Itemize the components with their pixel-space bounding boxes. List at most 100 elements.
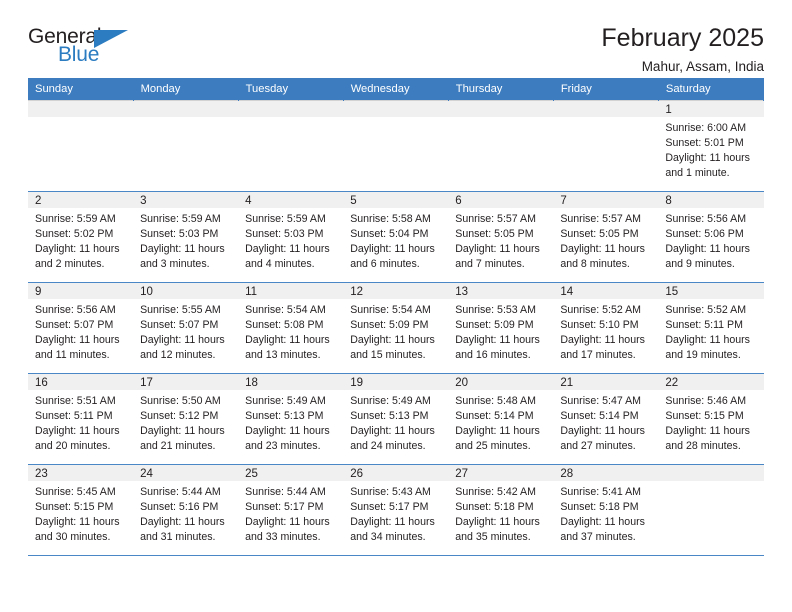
calendar-day-cell[interactable]: 27 Sunrise: 5:42 AM Sunset: 5:18 PM Dayligh… [448, 464, 554, 556]
calendar-day-cell[interactable]: 1 Sunrise: 6:00 AM Sunset: 5:01 PM Daylight… [658, 100, 764, 192]
sunset-time: Sunset: 5:04 PM [350, 228, 429, 241]
weekday-header-thursday: Thursday [448, 78, 554, 101]
sunset-time: Sunset: 5:14 PM [455, 410, 534, 423]
calendar-day-cell[interactable]: 7 Sunrise: 5:57 AM Sunset: 5:05 PM Daylight… [553, 191, 659, 283]
sunrise-time: Sunrise: 5:57 AM [455, 213, 536, 225]
calendar-day-cell[interactable]: 21 Sunrise: 5:47 AM Sunset: 5:14 PM Dayligh… [553, 373, 659, 465]
daylight-duration-line2: and 35 minutes. [455, 531, 531, 544]
daylight-duration-line2: and 9 minutes. [665, 258, 735, 271]
calendar-day-cell[interactable]: 14 Sunrise: 5:52 AM Sunset: 5:10 PM Dayligh… [553, 282, 659, 374]
sunrise-time: Sunrise: 5:58 AM [350, 213, 431, 225]
sunset-time: Sunset: 5:18 PM [455, 501, 534, 514]
sunrise-time: Sunrise: 5:46 AM [665, 395, 747, 407]
sunrise-time: Sunrise: 5:59 AM [245, 213, 326, 225]
day-number: 19 [343, 374, 449, 390]
sunrise-time: Sunrise: 5:43 AM [350, 486, 431, 498]
daylight-duration-line1: Daylight: 11 hours [245, 243, 330, 256]
calendar-week-row: 16 Sunrise: 5:51 AM Sunset: 5:11 PM Dayligh… [28, 373, 764, 465]
calendar-day-cell[interactable]: 15 Sunrise: 5:52 AM Sunset: 5:11 PM Dayligh… [658, 282, 764, 374]
calendar-day-cell[interactable]: 2 Sunrise: 5:59 AM Sunset: 5:02 PM Daylight… [28, 191, 134, 283]
sunset-time: Sunset: 5:05 PM [560, 228, 639, 241]
sunrise-time: Sunrise: 5:53 AM [455, 304, 536, 316]
daylight-duration-line2: and 8 minutes. [560, 258, 630, 271]
day-details: Sunrise: 5:51 AM Sunset: 5:11 PM Daylight:… [28, 390, 133, 455]
sunrise-time: Sunrise: 5:57 AM [560, 213, 641, 225]
calendar-day-cell[interactable]: 3 Sunrise: 5:59 AM Sunset: 5:03 PM Daylight… [133, 191, 239, 283]
calendar-day-cell[interactable]: 26 Sunrise: 5:43 AM Sunset: 5:17 PM Dayligh… [343, 464, 449, 556]
calendar-day-cell[interactable]: 17 Sunrise: 5:50 AM Sunset: 5:12 PM Dayligh… [133, 373, 239, 465]
sunrise-time: Sunrise: 5:47 AM [560, 395, 641, 407]
sunset-time: Sunset: 5:11 PM [35, 410, 113, 423]
calendar-day-cell[interactable]: 25 Sunrise: 5:44 AM Sunset: 5:17 PM Dayligh… [238, 464, 344, 556]
sunrise-time: Sunrise: 5:54 AM [245, 304, 326, 316]
calendar-day-cell[interactable]: 20 Sunrise: 5:48 AM Sunset: 5:14 PM Dayligh… [448, 373, 554, 465]
day-number: 26 [343, 465, 449, 481]
day-number: 14 [553, 283, 659, 299]
calendar-day-cell[interactable]: 6 Sunrise: 5:57 AM Sunset: 5:05 PM Daylight… [448, 191, 554, 283]
calendar-day-cell[interactable]: 23 Sunrise: 5:45 AM Sunset: 5:15 PM Dayligh… [28, 464, 134, 556]
calendar-day-cell[interactable]: 8 Sunrise: 5:56 AM Sunset: 5:06 PM Daylight… [658, 191, 764, 283]
day-details: Sunrise: 5:48 AM Sunset: 5:14 PM Daylight:… [448, 390, 553, 455]
day-details: Sunrise: 5:58 AM Sunset: 5:04 PM Daylight:… [343, 208, 448, 273]
sunset-time: Sunset: 5:13 PM [350, 410, 429, 423]
day-details: Sunrise: 5:56 AM Sunset: 5:07 PM Daylight:… [28, 299, 133, 364]
sunrise-time: Sunrise: 5:45 AM [35, 486, 116, 498]
day-details: Sunrise: 5:52 AM Sunset: 5:10 PM Daylight:… [553, 299, 658, 364]
day-details: Sunrise: 5:59 AM Sunset: 5:03 PM Daylight:… [238, 208, 343, 273]
sunrise-time: Sunrise: 5:56 AM [35, 304, 116, 316]
calendar-day-cell[interactable]: 28 Sunrise: 5:41 AM Sunset: 5:18 PM Dayligh… [553, 464, 659, 556]
page-title: February 2025 [601, 24, 764, 52]
sunset-time: Sunset: 5:15 PM [35, 501, 114, 514]
daylight-duration-line1: Daylight: 11 hours [245, 516, 330, 529]
calendar-day-cell-empty [343, 100, 449, 192]
sunset-time: Sunset: 5:09 PM [350, 319, 429, 332]
daylight-duration-line1: Daylight: 11 hours [35, 425, 120, 438]
day-number: 24 [133, 465, 239, 481]
daylight-duration-line1: Daylight: 11 hours [455, 334, 540, 347]
day-details: Sunrise: 5:59 AM Sunset: 5:03 PM Daylight:… [133, 208, 238, 273]
daylight-duration-line2: and 15 minutes. [350, 349, 426, 362]
calendar-day-cell[interactable]: 18 Sunrise: 5:49 AM Sunset: 5:13 PM Dayligh… [238, 373, 344, 465]
daylight-duration-line2: and 16 minutes. [455, 349, 531, 362]
calendar-day-cell[interactable]: 19 Sunrise: 5:49 AM Sunset: 5:13 PM Dayligh… [343, 373, 449, 465]
daylight-duration-line2: and 31 minutes. [140, 531, 216, 544]
sunset-time: Sunset: 5:12 PM [140, 410, 219, 423]
calendar-day-cell[interactable]: 11 Sunrise: 5:54 AM Sunset: 5:08 PM Dayligh… [238, 282, 344, 374]
calendar-day-cell[interactable]: 12 Sunrise: 5:54 AM Sunset: 5:09 PM Dayligh… [343, 282, 449, 374]
calendar-day-cell-empty [448, 100, 554, 192]
calendar-day-cell[interactable]: 4 Sunrise: 5:59 AM Sunset: 5:03 PM Daylight… [238, 191, 344, 283]
calendar-day-cell[interactable]: 5 Sunrise: 5:58 AM Sunset: 5:04 PM Daylight… [343, 191, 449, 283]
daylight-duration-line1: Daylight: 11 hours [35, 516, 120, 529]
weekday-header-tuesday: Tuesday [238, 78, 344, 101]
day-details: Sunrise: 5:49 AM Sunset: 5:13 PM Daylight:… [343, 390, 448, 455]
calendar-day-cell-empty [133, 100, 239, 192]
daylight-duration-line1: Daylight: 11 hours [245, 425, 330, 438]
calendar-day-cell[interactable]: 13 Sunrise: 5:53 AM Sunset: 5:09 PM Dayligh… [448, 282, 554, 374]
calendar-day-cell[interactable]: 9 Sunrise: 5:56 AM Sunset: 5:07 PM Daylight… [28, 282, 134, 374]
calendar-day-cell[interactable]: 10 Sunrise: 5:55 AM Sunset: 5:07 PM Dayligh… [133, 282, 239, 374]
sunset-time: Sunset: 5:03 PM [140, 228, 219, 241]
day-number: 27 [448, 465, 554, 481]
day-number: 8 [658, 192, 764, 208]
calendar-page: General Blue February 2025 Mahur, Assam,… [0, 0, 792, 612]
day-number: 28 [553, 465, 659, 481]
general-blue-logo[interactable]: General Blue [28, 24, 136, 68]
daylight-duration-line1: Daylight: 11 hours [455, 243, 540, 256]
day-number: 22 [658, 374, 764, 390]
day-number: 7 [553, 192, 659, 208]
day-details: Sunrise: 5:46 AM Sunset: 5:15 PM Daylight:… [658, 390, 763, 455]
calendar-day-cell[interactable]: 16 Sunrise: 5:51 AM Sunset: 5:11 PM Dayligh… [28, 373, 134, 465]
daylight-duration-line2: and 19 minutes. [665, 349, 741, 362]
day-details: Sunrise: 6:00 AM Sunset: 5:01 PM Daylight:… [658, 117, 763, 182]
calendar-day-cell[interactable]: 22 Sunrise: 5:46 AM Sunset: 5:15 PM Dayligh… [658, 373, 764, 465]
day-details: Sunrise: 5:45 AM Sunset: 5:15 PM Daylight:… [28, 481, 133, 546]
calendar-day-cell[interactable]: 24 Sunrise: 5:44 AM Sunset: 5:16 PM Dayligh… [133, 464, 239, 556]
daylight-duration-line2: and 6 minutes. [350, 258, 420, 271]
sunrise-time: Sunrise: 5:56 AM [665, 213, 747, 225]
title-block: February 2025 Mahur, Assam, India [601, 24, 764, 74]
sunrise-time: Sunrise: 5:55 AM [140, 304, 221, 316]
sunset-time: Sunset: 5:07 PM [35, 319, 114, 332]
calendar-day-cell-empty [28, 100, 134, 192]
daylight-duration-line2: and 3 minutes. [140, 258, 210, 271]
sunrise-time: Sunrise: 5:42 AM [455, 486, 536, 498]
